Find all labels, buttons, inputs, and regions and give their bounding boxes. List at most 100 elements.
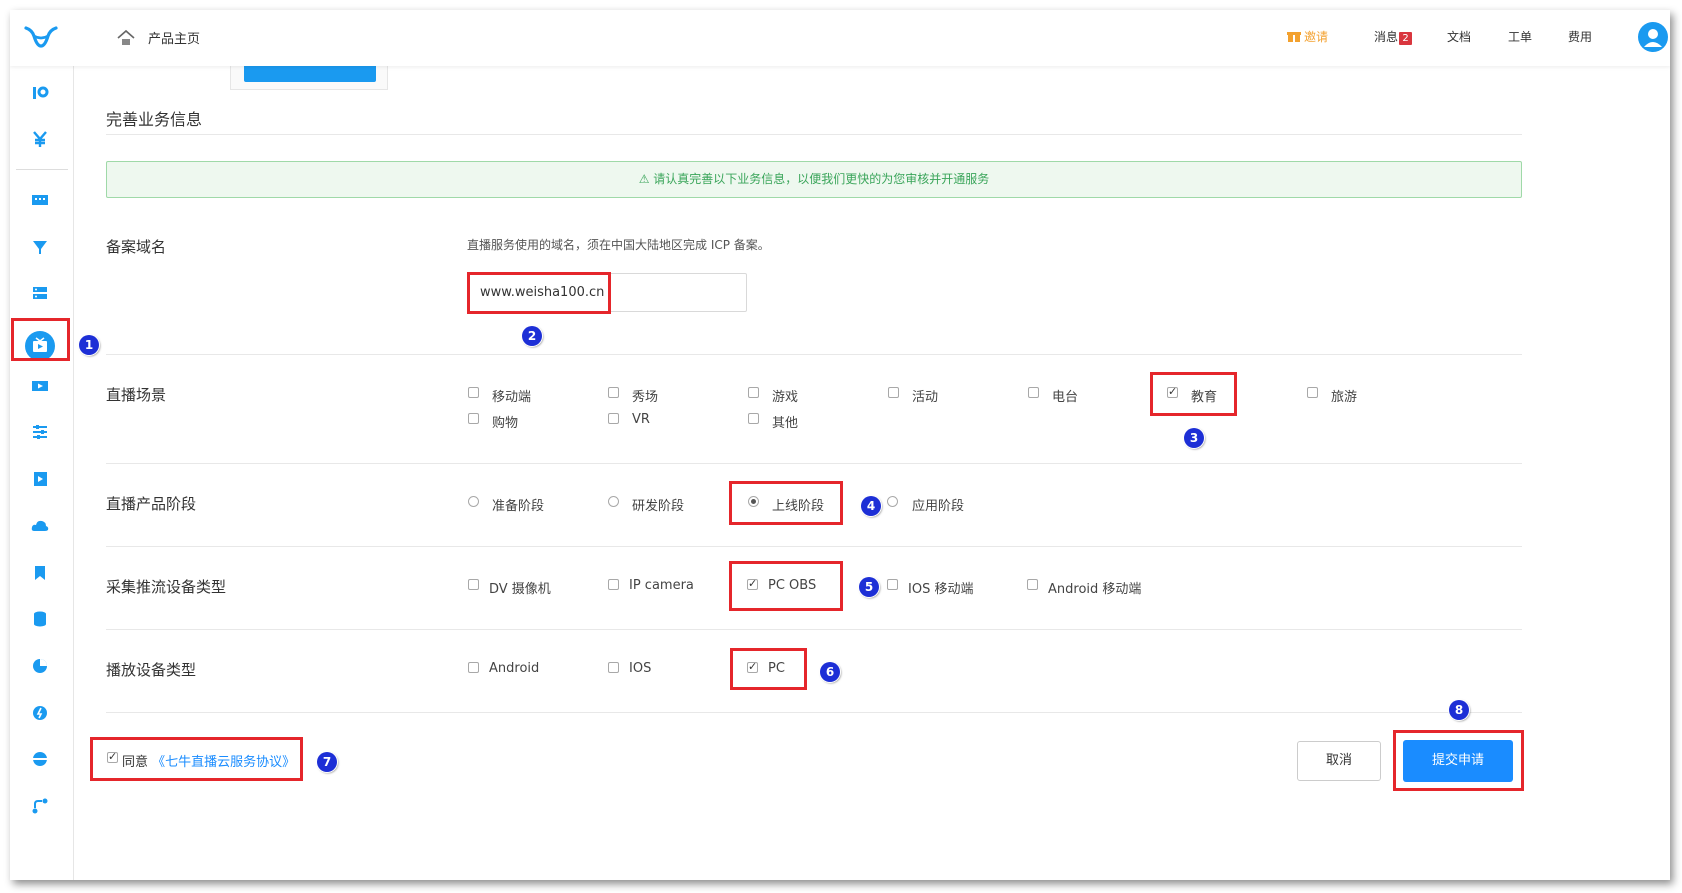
- checkbox[interactable]: [608, 662, 619, 673]
- checkbox[interactable]: [747, 660, 758, 673]
- analytics-icon[interactable]: [30, 656, 50, 676]
- messages-label: 消息: [1374, 30, 1399, 44]
- option-label: DV 摄像机: [489, 582, 551, 597]
- step-marker: 4: [861, 496, 881, 516]
- route-icon[interactable]: [30, 796, 50, 816]
- warning-icon: ⚠: [638, 172, 650, 186]
- radio[interactable]: [748, 496, 759, 507]
- option-label: 教育: [1191, 390, 1218, 405]
- service-agreement-link[interactable]: 《七牛直播云服务协议》: [152, 755, 295, 770]
- checkbox[interactable]: [608, 579, 619, 590]
- step-marker: 5: [859, 577, 879, 597]
- checkbox[interactable]: [887, 579, 898, 590]
- capture-label: 采集推流设备类型: [106, 578, 227, 596]
- option-label: Android: [489, 661, 540, 676]
- checkbox[interactable]: [1028, 387, 1039, 398]
- cancel-button[interactable]: 取消: [1297, 741, 1381, 781]
- settings-sliders-icon[interactable]: [30, 422, 50, 442]
- option-label: IP camera: [629, 578, 694, 593]
- option-label: 电台: [1052, 390, 1079, 405]
- storage-icon[interactable]: [30, 190, 50, 210]
- option-label: VR: [632, 412, 650, 427]
- checkbox[interactable]: [1027, 579, 1038, 590]
- agree-label: 同意: [122, 755, 149, 770]
- database-icon[interactable]: [30, 609, 50, 629]
- domain-input[interactable]: www.weisha100.cn: [467, 273, 747, 312]
- checkbox[interactable]: [608, 387, 619, 398]
- row-divider: [106, 354, 1522, 355]
- info-alert: ⚠ 请认真完善以下业务信息，以便我们更快的为您审核并开通服务: [106, 161, 1522, 198]
- step-marker: 8: [1449, 700, 1469, 720]
- agree-text: 同意 《七牛直播云服务协议》: [122, 751, 295, 770]
- home-link[interactable]: 产品主页: [148, 28, 200, 47]
- video-icon[interactable]: [30, 376, 50, 396]
- network-icon[interactable]: [30, 749, 50, 769]
- messages-badge: 2: [1399, 32, 1413, 45]
- option-label: 游戏: [772, 390, 799, 405]
- alert-text: 请认真完善以下业务信息，以便我们更快的为您审核并开通服务: [653, 172, 990, 186]
- compute-icon[interactable]: [30, 283, 50, 303]
- avatar[interactable]: [1638, 22, 1668, 52]
- stage-label: 直播产品阶段: [106, 495, 197, 513]
- tickets-link[interactable]: 工单: [1508, 28, 1532, 45]
- scenario-label: 直播场景: [106, 386, 167, 404]
- sidebar-item-live[interactable]: [25, 331, 55, 361]
- qiniu-logo-icon[interactable]: [22, 22, 60, 54]
- app-window: 产品主页 邀请 消息 2 文档 工单 费用 完善业务信息 ⚠ 请认真完善以下业务…: [10, 10, 1670, 880]
- option-label: 活动: [912, 390, 939, 405]
- media-icon[interactable]: [30, 469, 50, 489]
- agree-checkbox[interactable]: [107, 750, 118, 763]
- row-divider: [106, 629, 1522, 630]
- dashboard-icon[interactable]: [30, 83, 50, 103]
- option-label: IOS 移动端: [908, 582, 974, 597]
- option-label: PC OBS: [768, 578, 817, 593]
- step-marker: 3: [1184, 428, 1204, 448]
- domain-hint: 直播服务使用的域名，须在中国大陆地区完成 ICP 备案。: [467, 238, 770, 252]
- option-label: 其他: [772, 416, 799, 431]
- row-divider: [106, 712, 1522, 713]
- checkbox[interactable]: [468, 387, 479, 398]
- radio[interactable]: [468, 496, 479, 507]
- radio[interactable]: [887, 496, 898, 507]
- cloud-icon[interactable]: [30, 516, 50, 536]
- checkbox[interactable]: [1167, 385, 1178, 398]
- checkbox[interactable]: [468, 662, 479, 673]
- option-label: IOS: [629, 661, 652, 676]
- checkbox[interactable]: [1307, 387, 1318, 398]
- speed-icon[interactable]: [30, 703, 50, 723]
- step-marker: 1: [79, 335, 99, 355]
- home-icon[interactable]: [117, 29, 135, 47]
- step-marker: 2: [522, 326, 542, 346]
- checkbox[interactable]: [608, 413, 619, 424]
- domain-label: 备案域名: [106, 238, 167, 256]
- row-divider: [106, 546, 1522, 547]
- row-divider: [106, 463, 1522, 464]
- radio[interactable]: [608, 496, 619, 507]
- finance-icon[interactable]: [30, 129, 50, 149]
- billing-link[interactable]: 费用: [1568, 28, 1592, 45]
- checkbox[interactable]: [468, 579, 479, 590]
- option-label: PC: [768, 661, 785, 676]
- option-label: 准备阶段: [492, 499, 545, 514]
- previous-step-button[interactable]: [244, 66, 376, 82]
- option-label: 研发阶段: [632, 499, 685, 514]
- title-divider: [106, 134, 1522, 135]
- docs-link[interactable]: 文档: [1447, 28, 1471, 45]
- option-label: 秀场: [632, 390, 659, 405]
- checkbox[interactable]: [748, 387, 759, 398]
- bookmark-icon[interactable]: [30, 563, 50, 583]
- option-label: 移动端: [492, 390, 532, 405]
- sidebar-divider: [16, 169, 68, 170]
- step-marker: 7: [317, 752, 337, 772]
- checkbox[interactable]: [747, 577, 758, 590]
- checkbox[interactable]: [468, 413, 479, 424]
- top-bar: 产品主页 邀请 消息 2 文档 工单 费用: [10, 10, 1670, 66]
- checkbox[interactable]: [888, 387, 899, 398]
- option-label: Android 移动端: [1048, 582, 1142, 597]
- invite-link[interactable]: 邀请: [1304, 28, 1328, 45]
- checkbox[interactable]: [748, 413, 759, 424]
- messages-link[interactable]: 消息 2: [1374, 28, 1413, 45]
- submit-button[interactable]: 提交申请: [1403, 740, 1513, 782]
- cdn-icon[interactable]: [30, 237, 50, 257]
- live-tv-icon: [33, 337, 47, 352]
